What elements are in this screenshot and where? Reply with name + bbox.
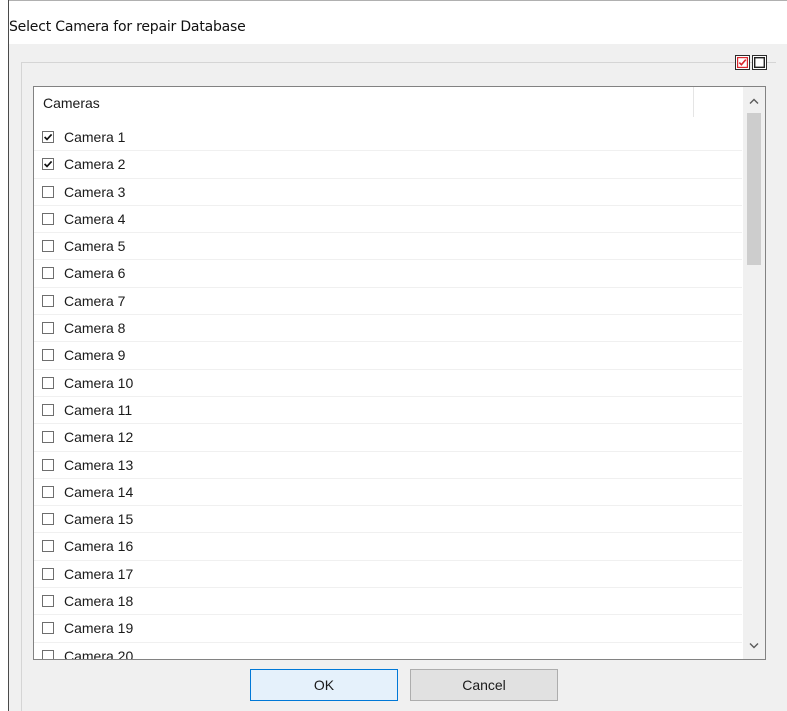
camera-list-item[interactable]: Camera 6 <box>34 260 742 288</box>
camera-list-item[interactable]: Camera 2 <box>34 151 742 179</box>
camera-list-item[interactable]: Camera 9 <box>34 342 742 370</box>
camera-list-item[interactable]: Camera 14 <box>34 479 742 507</box>
camera-label: Camera 14 <box>64 483 134 500</box>
checkbox-unchecked[interactable] <box>42 212 54 225</box>
checkmark-icon <box>43 133 53 141</box>
groupbox-left-line <box>21 62 22 711</box>
checkbox-unchecked[interactable] <box>42 403 54 416</box>
chevron-down-icon <box>749 642 759 648</box>
checkbox-unchecked[interactable] <box>42 185 54 198</box>
checkbox-unchecked[interactable] <box>42 649 54 659</box>
camera-list-item[interactable]: Camera 13 <box>34 452 742 479</box>
checkbox-unchecked[interactable] <box>42 431 54 444</box>
camera-list-item[interactable]: Camera 12 <box>34 424 742 452</box>
camera-label: Camera 18 <box>64 593 134 610</box>
cancel-button[interactable]: Cancel <box>410 669 558 701</box>
scroll-down-button[interactable] <box>743 634 765 656</box>
camera-list-item[interactable]: Camera 19 <box>34 615 742 643</box>
camera-list[interactable]: Cameras Camera 1 Camera 2 Camera 3 Camera 4… <box>33 86 766 660</box>
camera-list-item[interactable]: Camera 20 <box>34 643 742 660</box>
checkbox-unchecked[interactable] <box>42 458 54 471</box>
empty-checkbox-icon <box>754 57 765 68</box>
checkbox-unchecked[interactable] <box>42 294 54 307</box>
camera-label: Camera 19 <box>64 620 134 637</box>
camera-list-item[interactable]: Camera 5 <box>34 233 742 261</box>
ok-button[interactable]: OK <box>250 669 398 701</box>
checkbox-checked[interactable] <box>42 131 54 143</box>
camera-label: Camera 6 <box>64 265 126 282</box>
check-all-button[interactable] <box>735 55 750 70</box>
camera-label: Camera 8 <box>64 320 126 337</box>
camera-list-item[interactable]: Camera 8 <box>34 315 742 343</box>
checkbox-unchecked[interactable] <box>42 485 54 498</box>
checkbox-unchecked[interactable] <box>42 322 54 335</box>
chevron-up-icon <box>749 98 759 104</box>
checkbox-unchecked[interactable] <box>42 540 54 553</box>
camera-rows: Camera 1 Camera 2 Camera 3 Camera 4 Camera 5… <box>34 124 742 660</box>
camera-label: Camera 16 <box>64 538 134 555</box>
window-title: Select Camera for repair Database <box>9 19 246 35</box>
checkmark-icon <box>43 161 53 168</box>
groupbox-top-line <box>21 62 776 63</box>
camera-label: Camera 20 <box>64 647 134 660</box>
camera-label: Camera 12 <box>64 429 134 446</box>
scroll-thumb[interactable] <box>747 113 761 265</box>
camera-label: Camera 3 <box>64 183 126 200</box>
camera-label: Camera 11 <box>64 401 133 418</box>
camera-label: Camera 2 <box>64 156 126 173</box>
camera-list-item[interactable]: Camera 15 <box>34 506 742 534</box>
camera-list-item[interactable]: Camera 16 <box>34 533 742 561</box>
camera-label: Camera 7 <box>64 292 126 309</box>
checkbox-unchecked[interactable] <box>42 567 54 580</box>
checkbox-unchecked[interactable] <box>42 267 54 280</box>
camera-list-item[interactable]: Camera 17 <box>34 561 742 589</box>
vertical-scrollbar[interactable] <box>743 87 765 659</box>
checkbox-unchecked[interactable] <box>42 240 54 253</box>
column-header-label: Cameras <box>43 95 100 111</box>
column-header-cameras[interactable]: Cameras <box>34 87 694 117</box>
checkbox-unchecked[interactable] <box>42 595 54 608</box>
camera-list-item[interactable]: Camera 11 <box>34 397 742 425</box>
window-top-border <box>8 0 787 1</box>
camera-list-item[interactable]: Camera 7 <box>34 288 742 316</box>
checkbox-unchecked[interactable] <box>42 376 54 389</box>
camera-list-item[interactable]: Camera 4 <box>34 206 742 234</box>
checkbox-unchecked[interactable] <box>42 349 54 362</box>
camera-label: Camera 10 <box>64 374 134 391</box>
camera-label: Camera 9 <box>64 347 126 364</box>
camera-label: Camera 1 <box>64 129 126 145</box>
camera-label: Camera 5 <box>64 238 126 255</box>
camera-list-item[interactable]: Camera 18 <box>34 588 742 616</box>
checkbox-checked[interactable] <box>42 158 54 171</box>
camera-label: Camera 4 <box>64 210 126 227</box>
camera-list-item[interactable]: Camera 3 <box>34 179 742 206</box>
uncheck-all-button[interactable] <box>752 55 767 70</box>
camera-label: Camera 17 <box>64 565 134 582</box>
checkbox-unchecked[interactable] <box>42 513 54 526</box>
camera-label: Camera 13 <box>64 456 134 473</box>
camera-list-item[interactable]: Camera 10 <box>34 370 742 397</box>
scroll-up-button[interactable] <box>743 90 765 112</box>
camera-list-item[interactable]: Camera 1 <box>34 124 742 152</box>
camera-label: Camera 15 <box>64 511 134 528</box>
checked-checkbox-icon <box>737 57 748 68</box>
checkbox-unchecked[interactable] <box>42 622 54 635</box>
